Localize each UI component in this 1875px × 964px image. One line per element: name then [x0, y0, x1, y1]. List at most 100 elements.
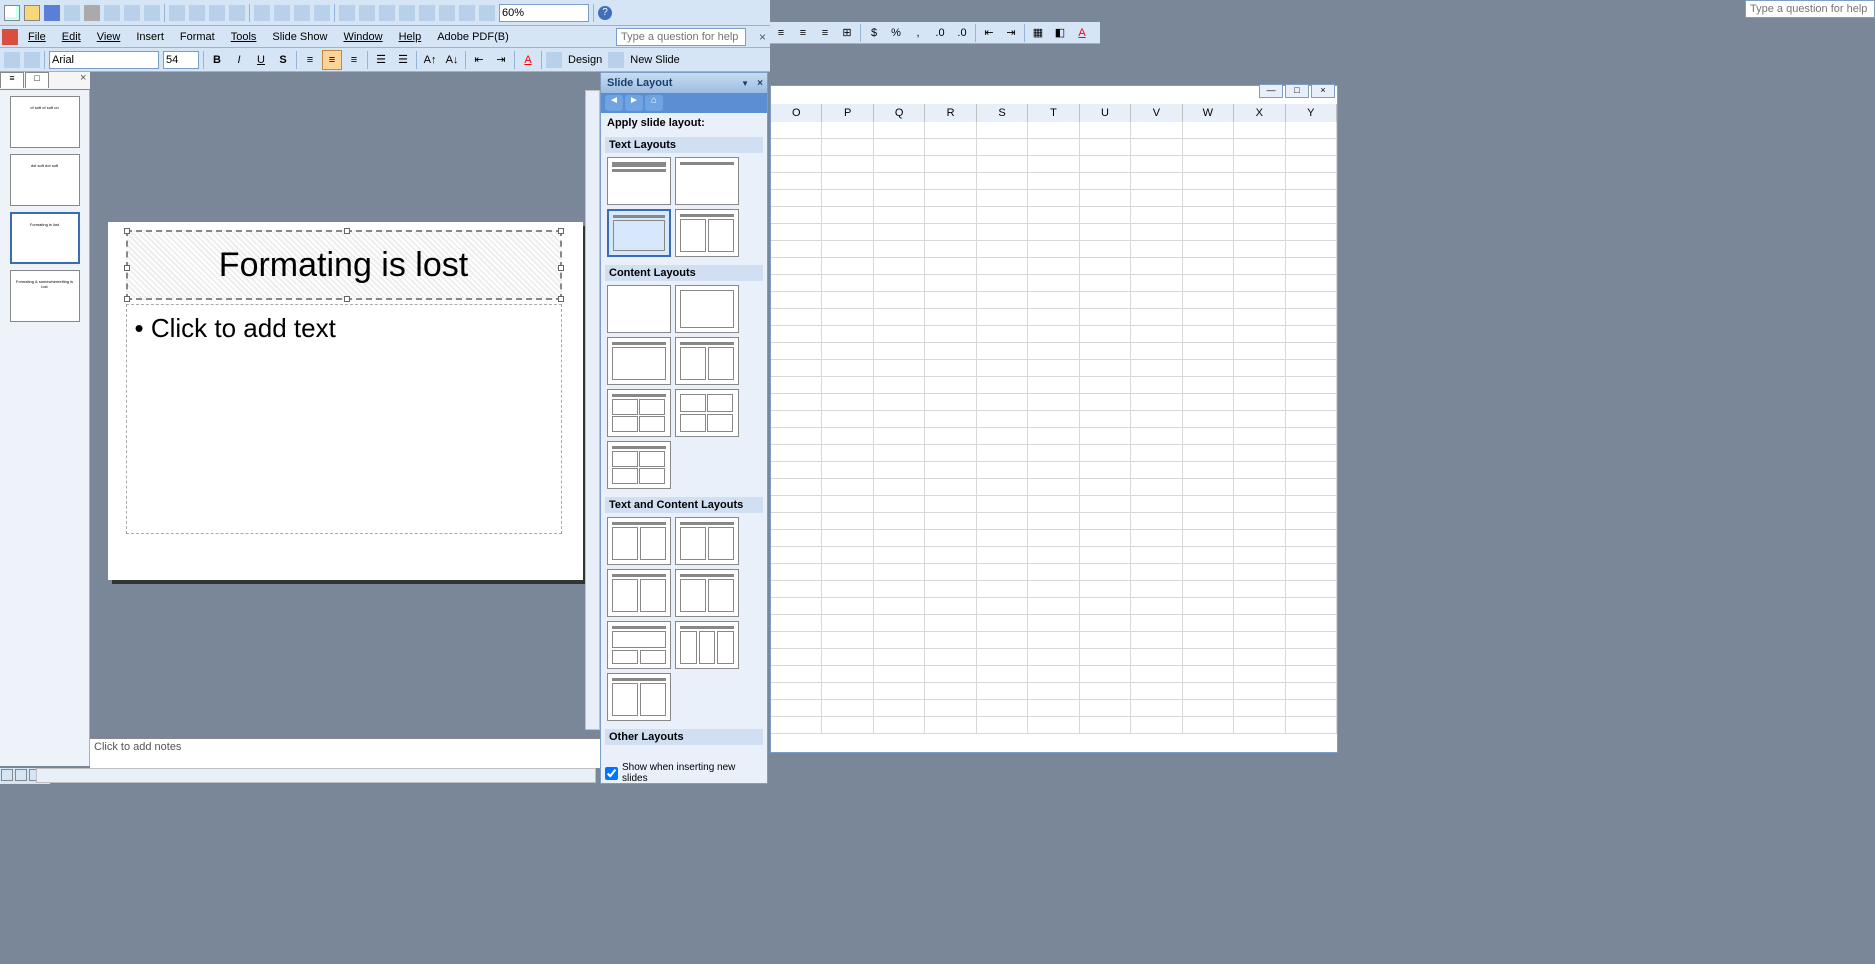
paste-icon[interactable]: [209, 5, 225, 21]
layout-text-content-1[interactable]: [607, 517, 671, 565]
print-icon[interactable]: [84, 5, 100, 21]
cell[interactable]: [874, 700, 925, 717]
cell[interactable]: [925, 496, 976, 513]
cell[interactable]: [1183, 547, 1234, 564]
cell[interactable]: [977, 479, 1028, 496]
cell[interactable]: [977, 360, 1028, 377]
cell[interactable]: [1234, 343, 1285, 360]
cell[interactable]: [1286, 122, 1337, 139]
cell[interactable]: [977, 666, 1028, 683]
slide-thumb-2[interactable]: dot soft dot soft: [10, 154, 80, 206]
cell[interactable]: [874, 649, 925, 666]
layout-title-only[interactable]: [675, 157, 739, 205]
cell[interactable]: [822, 598, 873, 615]
menu-file[interactable]: File: [20, 29, 54, 45]
cell[interactable]: [822, 666, 873, 683]
cell[interactable]: [874, 292, 925, 309]
cell[interactable]: [822, 649, 873, 666]
cell[interactable]: [771, 377, 822, 394]
layout-title-4content-b[interactable]: [607, 441, 671, 489]
font-size-combo[interactable]: [163, 51, 199, 69]
cell[interactable]: [1183, 241, 1234, 258]
cell[interactable]: [925, 326, 976, 343]
cell[interactable]: [1234, 666, 1285, 683]
cell[interactable]: [925, 360, 976, 377]
cell[interactable]: [1234, 326, 1285, 343]
cell[interactable]: [1183, 156, 1234, 173]
cell[interactable]: [1183, 292, 1234, 309]
cell[interactable]: [822, 275, 873, 292]
cell[interactable]: [1183, 428, 1234, 445]
cell[interactable]: [1028, 394, 1079, 411]
cell[interactable]: [1286, 717, 1337, 734]
column-header-T[interactable]: T: [1028, 104, 1079, 122]
cell[interactable]: [1028, 156, 1079, 173]
cell[interactable]: [1080, 445, 1131, 462]
menu-window[interactable]: Window: [335, 29, 390, 45]
menu-help[interactable]: Help: [391, 29, 430, 45]
increase-indent-button[interactable]: ⇥: [1001, 23, 1021, 43]
cell[interactable]: [1286, 207, 1337, 224]
cell[interactable]: [1183, 122, 1234, 139]
cell[interactable]: [1234, 598, 1285, 615]
cell[interactable]: [1234, 564, 1285, 581]
cell[interactable]: [1183, 343, 1234, 360]
cell[interactable]: [1183, 190, 1234, 207]
cell[interactable]: [1080, 581, 1131, 598]
cell[interactable]: [771, 598, 822, 615]
layout-title-4content[interactable]: [607, 389, 671, 437]
cell[interactable]: [771, 717, 822, 734]
column-header-U[interactable]: U: [1080, 104, 1131, 122]
cell[interactable]: [1131, 547, 1182, 564]
italic-button[interactable]: I: [229, 50, 249, 70]
cell[interactable]: [1080, 173, 1131, 190]
cell[interactable]: [822, 513, 873, 530]
cell[interactable]: [1183, 377, 1234, 394]
cell[interactable]: [977, 513, 1028, 530]
cell[interactable]: [771, 292, 822, 309]
decrease-font-button[interactable]: A↓: [442, 50, 462, 70]
layout-text-content-7[interactable]: [607, 673, 671, 721]
normal-view-button[interactable]: [1, 769, 13, 781]
layout-blank[interactable]: [607, 285, 671, 333]
cell[interactable]: [1028, 360, 1079, 377]
cell[interactable]: [874, 598, 925, 615]
cell[interactable]: [1028, 292, 1079, 309]
cell[interactable]: [1286, 190, 1337, 207]
cell[interactable]: [1183, 462, 1234, 479]
cell[interactable]: [925, 479, 976, 496]
cell[interactable]: [1080, 717, 1131, 734]
font-name-combo[interactable]: [49, 51, 159, 69]
hyperlink-icon[interactable]: [399, 5, 415, 21]
task-nav-forward-icon[interactable]: ►: [625, 95, 643, 111]
cell[interactable]: [1028, 615, 1079, 632]
cell[interactable]: [771, 207, 822, 224]
cell[interactable]: [822, 445, 873, 462]
cell[interactable]: [822, 258, 873, 275]
cell[interactable]: [1286, 428, 1337, 445]
cell[interactable]: [925, 343, 976, 360]
percent-button[interactable]: %: [886, 23, 906, 43]
font-color-button[interactable]: A: [1072, 23, 1092, 43]
cell[interactable]: [822, 156, 873, 173]
cell[interactable]: [1080, 156, 1131, 173]
cell[interactable]: [822, 326, 873, 343]
slide-body-placeholder[interactable]: • Click to add text: [126, 304, 562, 534]
cell[interactable]: [1028, 275, 1079, 292]
cell[interactable]: [925, 428, 976, 445]
cell[interactable]: [977, 530, 1028, 547]
menu-view[interactable]: View: [89, 29, 129, 45]
cell[interactable]: [1028, 445, 1079, 462]
cell[interactable]: [1080, 411, 1131, 428]
tabs-close-icon[interactable]: ×: [80, 72, 86, 89]
cell[interactable]: [1131, 666, 1182, 683]
cell[interactable]: [977, 428, 1028, 445]
new-slide-icon[interactable]: [608, 52, 624, 68]
task-pane-close-icon[interactable]: ×: [757, 78, 763, 89]
cell[interactable]: [1286, 615, 1337, 632]
cell[interactable]: [977, 632, 1028, 649]
cell[interactable]: [771, 700, 822, 717]
open-icon[interactable]: [24, 5, 40, 21]
cell[interactable]: [822, 547, 873, 564]
cell[interactable]: [771, 564, 822, 581]
